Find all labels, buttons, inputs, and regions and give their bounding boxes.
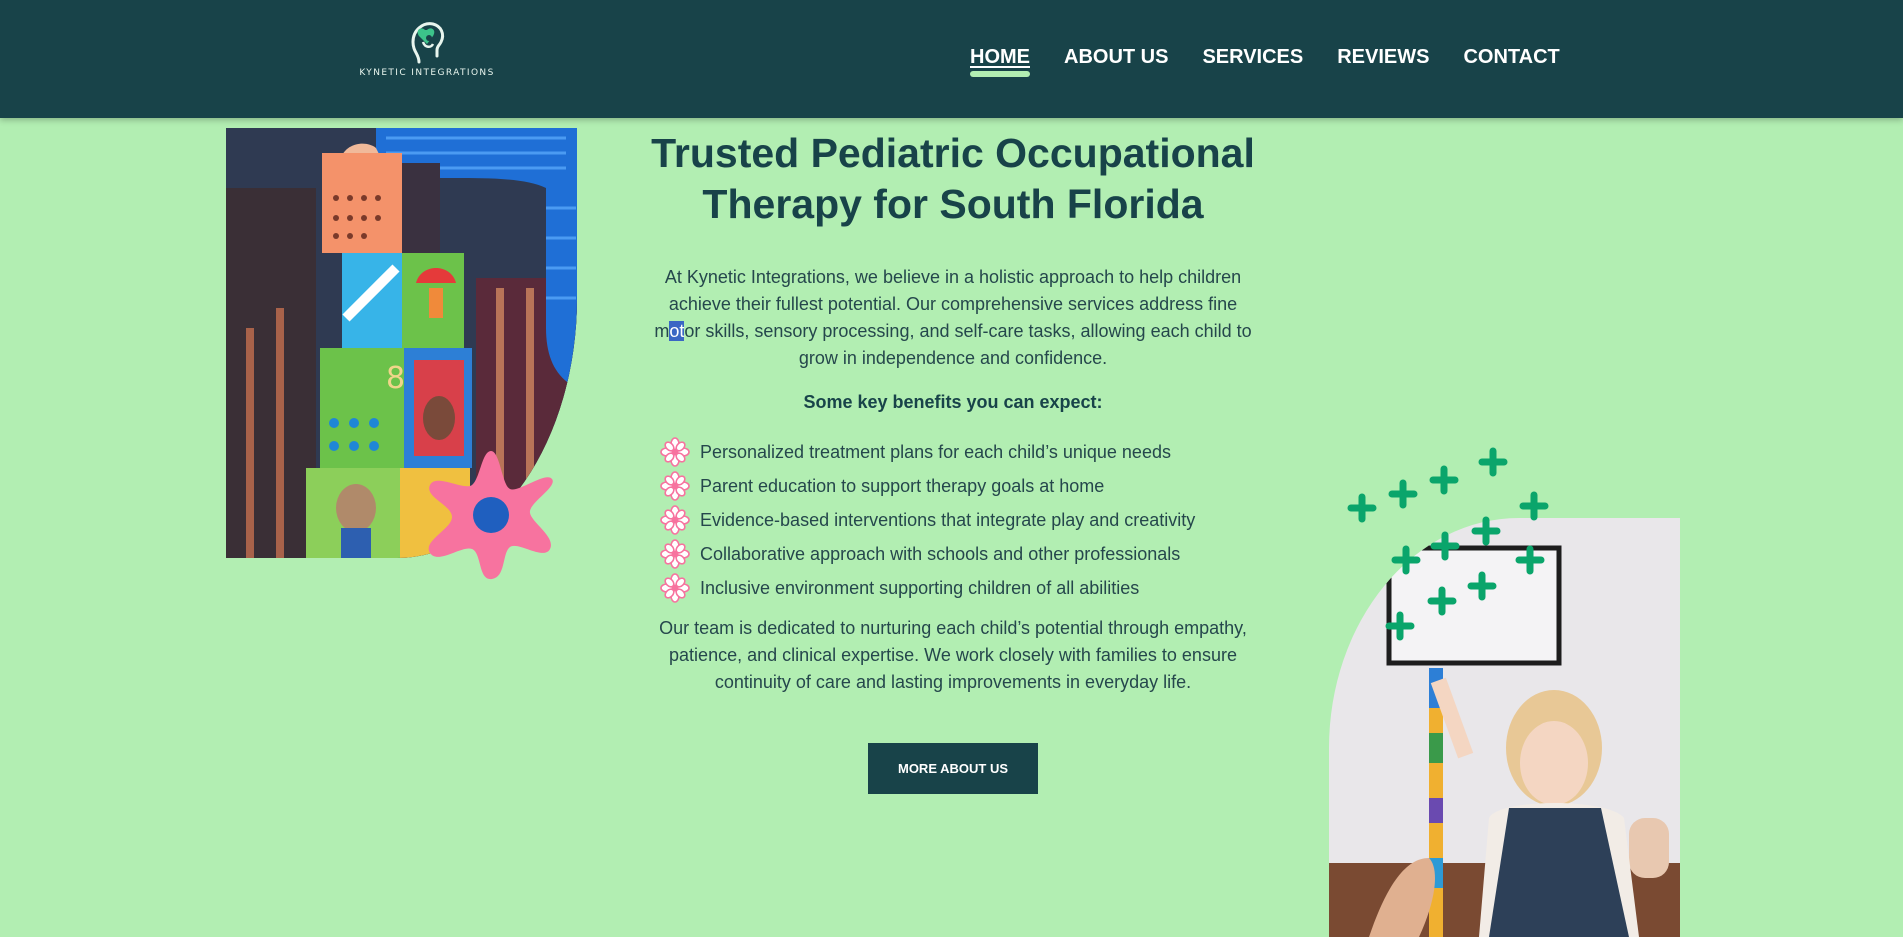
benefits-list: Personalized treatment plans for each ch… — [660, 435, 1256, 605]
benefit-text: Parent education to support therapy goal… — [700, 475, 1105, 496]
main-nav: HOME ABOUT US SERVICES REVIEWS CONTACT — [970, 46, 1594, 77]
flower-bullet-icon — [660, 539, 690, 569]
intro-text-part-2: or skills, sensory processing, and self-… — [684, 321, 1252, 368]
nav-reviews[interactable]: REVIEWS — [1337, 46, 1429, 69]
nav-contact[interactable]: CONTACT — [1463, 46, 1559, 69]
flower-bullet-icon — [660, 471, 690, 501]
title-line-2: Therapy for South Florida — [702, 181, 1204, 227]
benefit-text: Collaborative approach with schools and … — [700, 543, 1181, 564]
flower-bullet-icon — [660, 505, 690, 535]
list-item: Personalized treatment plans for each ch… — [660, 435, 1256, 469]
site-logo[interactable]: KYNETIC INTEGRATIONS — [352, 20, 502, 88]
title-line-1: Trusted Pediatric Occupational — [651, 130, 1255, 176]
list-item: Collaborative approach with schools and … — [660, 537, 1256, 571]
nav-about-us[interactable]: ABOUT US — [1064, 46, 1168, 69]
site-header: KYNETIC INTEGRATIONS HOME ABOUT US SERVI… — [0, 0, 1903, 118]
hero-section: Trusted Pediatric Occupational Therapy f… — [650, 128, 1256, 794]
svg-text:8: 8 — [386, 361, 405, 396]
list-item: Inclusive environment supporting childre… — [660, 571, 1256, 605]
logo-text: KYNETIC INTEGRATIONS — [359, 68, 495, 78]
intro-paragraph: At Kynetic Integrations, we believe in a… — [650, 264, 1256, 372]
flower-bullet-icon — [660, 573, 690, 603]
outro-paragraph: Our team is dedicated to nurturing each … — [659, 618, 1247, 692]
nav-home[interactable]: HOME — [970, 46, 1030, 77]
benefit-text: Personalized treatment plans for each ch… — [700, 441, 1171, 462]
flower-bullet-icon — [660, 437, 690, 467]
nav-services[interactable]: SERVICES — [1202, 46, 1303, 69]
head-heart-logo-icon — [411, 22, 445, 64]
benefits-heading: Some key benefits you can expect: — [803, 392, 1103, 412]
page-title: Trusted Pediatric Occupational Therapy f… — [650, 128, 1256, 230]
list-item: Evidence-based interventions that integr… — [660, 503, 1256, 537]
list-item: Parent education to support therapy goal… — [660, 469, 1256, 503]
benefit-text: Inclusive environment supporting childre… — [700, 577, 1140, 598]
more-about-us-button[interactable]: MORE ABOUT US — [868, 743, 1038, 794]
green-plus-pattern-icon — [1347, 447, 1549, 641]
benefit-text: Evidence-based interventions that integr… — [700, 509, 1196, 530]
pink-flower-icon — [428, 451, 553, 580]
intro-text-selection: ot — [669, 321, 685, 341]
